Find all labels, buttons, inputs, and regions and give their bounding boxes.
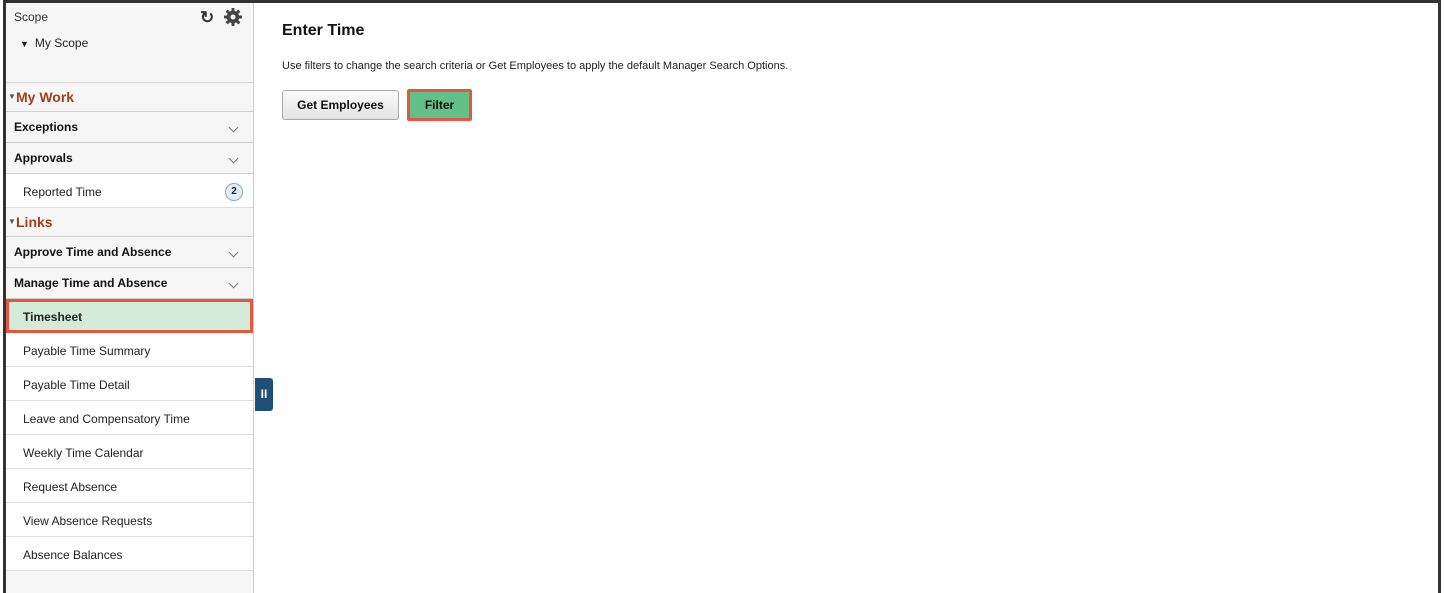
gear-icon[interactable] — [223, 7, 243, 27]
sidebar-item-leave-and-compensatory-time[interactable]: Leave and Compensatory Time — [6, 401, 253, 435]
chevron-down-icon — [228, 153, 239, 164]
sidebar-item-label: Weekly Time Calendar — [23, 446, 144, 460]
collapse-triangle-icon: ▼ — [8, 217, 16, 226]
section-label: Approve Time and Absence — [14, 245, 172, 259]
section-label: Exceptions — [14, 120, 79, 134]
sidebar-item-label: Timesheet — [23, 310, 83, 324]
scope-item-my-scope[interactable]: ▼ My Scope — [20, 36, 88, 50]
section-approve-time-and-absence[interactable]: Approve Time and Absence — [6, 237, 253, 268]
scope-item-label: My Scope — [34, 36, 89, 50]
my-work-heading[interactable]: ▼ My Work — [6, 83, 253, 112]
sidebar-item-view-absence-requests[interactable]: View Absence Requests — [6, 503, 253, 537]
chevron-down-icon — [228, 278, 239, 289]
filter-button[interactable]: Filter — [407, 89, 472, 121]
chevron-down-icon — [228, 122, 239, 133]
expand-triangle-icon: ▼ — [20, 39, 29, 49]
sidebar-item-payable-time-detail[interactable]: Payable Time Detail — [6, 367, 253, 401]
get-employees-button[interactable]: Get Employees — [282, 90, 399, 120]
sidebar-item-absence-balances[interactable]: Absence Balances — [6, 537, 253, 571]
sidebar-item-weekly-time-calendar[interactable]: Weekly Time Calendar — [6, 435, 253, 469]
chevron-down-icon — [228, 247, 239, 258]
links-heading[interactable]: ▼ Links — [6, 208, 253, 237]
collapse-handle-icon[interactable]: II — [255, 378, 273, 411]
sidebar-item-request-absence[interactable]: Request Absence — [6, 469, 253, 503]
instructions-text: Use filters to change the search criteri… — [282, 60, 789, 72]
section-approvals[interactable]: Approvals — [6, 143, 253, 174]
sidebar-item-label: Absence Balances — [23, 548, 123, 562]
sidebar-item-payable-time-summary[interactable]: Payable Time Summary — [6, 333, 253, 367]
sidebar-item-label: Payable Time Summary — [23, 344, 151, 358]
section-manage-time-and-absence[interactable]: Manage Time and Absence — [6, 268, 253, 299]
sidebar-item-label: Request Absence — [23, 480, 118, 494]
count-badge: 2 — [225, 183, 243, 201]
links-heading-label: Links — [16, 214, 53, 230]
section-label: Approvals — [14, 151, 73, 165]
app-frame: Scope ↻ ▼ My Scope ▼ My Work Exceptions … — [3, 0, 1441, 593]
sidebar-item-label: Leave and Compensatory Time — [23, 412, 190, 426]
section-exceptions[interactable]: Exceptions — [6, 112, 253, 143]
sidebar-item-timesheet[interactable]: Timesheet — [6, 299, 253, 333]
sidebar-item-label: Reported Time — [23, 185, 102, 199]
section-label: Manage Time and Absence — [14, 276, 168, 290]
refresh-icon[interactable]: ↻ — [200, 8, 214, 28]
sidebar-item-reported-time[interactable]: Reported Time 2 — [6, 174, 253, 208]
scope-title: Scope — [14, 10, 49, 24]
main-content: Enter Time Use filters to change the sea… — [279, 3, 1438, 593]
sidebar-item-label: Payable Time Detail — [23, 378, 130, 392]
scope-panel: Scope ↻ ▼ My Scope — [6, 3, 253, 83]
sidebar: Scope ↻ ▼ My Scope ▼ My Work Exceptions … — [6, 3, 254, 593]
collapse-triangle-icon: ▼ — [8, 92, 16, 101]
page-title: Enter Time — [282, 22, 365, 39]
my-work-heading-label: My Work — [16, 89, 75, 105]
sidebar-item-label: View Absence Requests — [23, 514, 153, 528]
